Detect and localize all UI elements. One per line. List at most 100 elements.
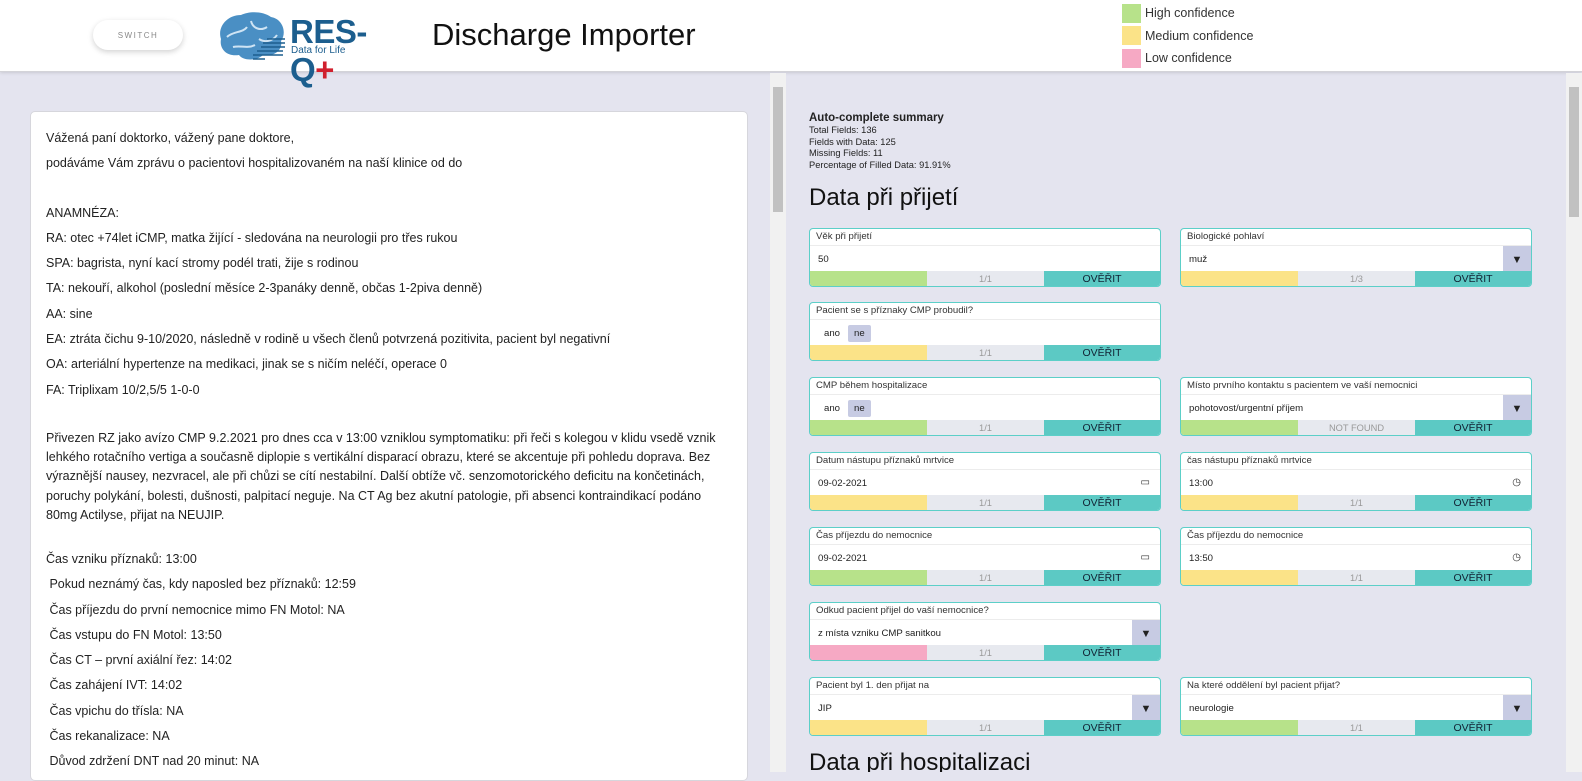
field-label: Pacient byl 1. den přijat na [816,680,930,691]
calendar-icon[interactable]: ▭ [1141,552,1150,563]
verify-button[interactable]: OVĚŘIT [1044,420,1160,435]
confidence-indicator [810,570,927,585]
field-label: Čas příjezdu do nemocnice [816,530,933,541]
field-label: Biologické pohlaví [1187,231,1265,242]
clock-icon[interactable]: ◷ [1512,552,1521,563]
legend-high: High confidence [1122,3,1253,23]
confidence-indicator [1181,720,1298,735]
field-status-bar: 1/1 OVĚŘIT [810,720,1160,735]
sex-select[interactable]: muž ▼ [1181,245,1531,273]
verify-button[interactable]: OVĚŘIT [1044,570,1160,585]
select-value: neurologie [1189,702,1234,714]
field-status-bar: 1/1 OVĚŘIT [1181,495,1531,510]
verify-button[interactable]: OVĚŘIT [1415,495,1531,510]
verify-button[interactable]: OVĚŘIT [1415,570,1531,585]
doc-gap [46,177,732,201]
field-first-contact-place: Místo prvního kontaktu s pacientem ve va… [1180,377,1532,436]
field-label: Věk při přijetí [816,231,872,242]
first-day-admission-select[interactable]: JIP ▼ [810,694,1160,722]
verify-button[interactable]: OVĚŘIT [1044,645,1160,660]
match-count: 1/1 [927,570,1044,585]
arrival-time-input[interactable]: 13:50 ◷ [1181,544,1531,571]
doc-line: Čas rekanalizace: NA [46,729,170,744]
chevron-down-icon[interactable]: ▼ [1132,695,1160,722]
calendar-icon[interactable]: ▭ [1141,477,1150,488]
verify-button[interactable]: OVĚŘIT [1044,345,1160,360]
onset-time-input[interactable]: 13:00 ◷ [1181,469,1531,496]
field-status-bar: 1/1 OVĚŘIT [810,495,1160,510]
field-label: Na které oddělení byl pacient přijat? [1187,680,1341,691]
doc-line: Důvod zdržení DNT nad 20 minut: NA [46,754,260,769]
field-arrival-time: Čas příjezdu do nemocnice 13:50 ◷ 1/1 OV… [1180,527,1532,586]
doc-line: Čas příjezdu do první nemocnice mimo FN … [46,602,345,617]
match-count: 1/1 [927,420,1044,435]
no-option[interactable]: ne [848,324,871,342]
verify-button[interactable]: OVĚŘIT [1415,720,1531,735]
summary-total: Total Fields: 136 [809,125,877,135]
field-status-bar: 1/1 OVĚŘIT [1181,570,1531,585]
doc-line: EA: ztráta čichu 9-10/2020, následně v r… [46,332,611,347]
right-scrollbar[interactable] [1566,73,1582,772]
match-count: 1/1 [927,271,1044,286]
confidence-indicator [810,271,927,286]
doc-line: Pokud neznámý čas, kdy naposled bez příz… [46,577,356,592]
field-arrival-source: Odkud pacient přijel do vaší nemocnice? … [809,602,1161,661]
verify-button[interactable]: OVĚŘIT [1044,720,1160,735]
logo-subtitle: Data for Life [291,45,346,56]
field-label: Odkud pacient přijel do vaší nemocnice? [816,605,989,616]
left-scrollbar[interactable] [770,73,786,772]
confidence-indicator [810,720,927,735]
select-value: muž [1189,253,1208,265]
field-first-day-admission: Pacient byl 1. den přijat na JIP ▼ 1/1 O… [809,677,1161,736]
age-input[interactable]: 50 [810,245,1160,272]
department-select[interactable]: neurologie ▼ [1181,694,1531,722]
left-scrollbar-thumb[interactable] [773,87,783,212]
first-contact-select[interactable]: pohotovost/urgentní příjem ▼ [1181,394,1531,422]
legend-label-high: High confidence [1145,6,1235,20]
clock-icon[interactable]: ◷ [1512,477,1521,488]
doc-line: AA: sine [46,306,93,321]
arrival-date-input[interactable]: 09-02-2021 ▭ [810,544,1160,571]
chevron-down-icon[interactable]: ▼ [1503,695,1531,722]
verify-button[interactable]: OVĚŘIT [1044,271,1160,286]
chevron-down-icon[interactable]: ▼ [1503,395,1531,422]
time-value: 13:50 [1189,552,1214,564]
summary-percentage: Percentage of Filled Data: 91.91% [809,159,951,170]
field-onset-date: Datum nástupu příznaků mrtvice 09-02-202… [809,452,1161,511]
field-status-bar: 1/1 OVĚŘIT [810,570,1160,585]
match-count: 1/3 [1298,271,1415,286]
legend-low: Low confidence [1122,48,1253,68]
field-age: Věk při přijetí 50 1/1 OVĚŘIT [809,228,1161,287]
match-count: NOT FOUND [1298,420,1415,435]
verify-button[interactable]: OVĚŘIT [1415,271,1531,286]
switch-toggle[interactable]: SWITCH [93,20,183,50]
doc-gap [46,529,732,547]
doc-gap [46,403,732,427]
field-arrival-date: Čas příjezdu do nemocnice 09-02-2021 ▭ 1… [809,527,1161,586]
field-label: Pacient se s příznaky CMP probudil? [816,305,974,316]
doc-line: SPA: bagrista, nyní kací stromy podél tr… [46,256,359,271]
doc-line: Čas CT – první axiální řez: 14:02 [46,653,232,668]
yes-option[interactable]: ano [818,325,846,342]
confidence-indicator [810,420,927,435]
match-count: 1/1 [927,645,1044,660]
chevron-down-icon[interactable]: ▼ [1132,620,1160,647]
no-option[interactable]: ne [848,399,871,417]
brain-icon [220,12,285,60]
match-count: 1/1 [927,495,1044,510]
time-value: 13:00 [1189,477,1214,489]
chevron-down-icon[interactable]: ▼ [1503,246,1531,273]
right-scrollbar-thumb[interactable] [1569,87,1579,217]
onset-date-input[interactable]: 09-02-2021 ▭ [810,469,1160,496]
verify-button[interactable]: OVĚŘIT [1044,495,1160,510]
yes-option[interactable]: ano [818,400,846,417]
verify-button[interactable]: OVĚŘIT [1415,420,1531,435]
doc-line: podáváme Vám zprávu o pacientovi hospita… [46,156,463,171]
field-label: Místo prvního kontaktu s pacientem ve va… [1187,380,1418,391]
field-status-bar: 1/1 OVĚŘIT [810,645,1160,660]
field-department: Na které oddělení byl pacient přijat? ne… [1180,677,1532,736]
arrival-source-select[interactable]: z místa vzniku CMP sanitkou ▼ [810,619,1160,647]
section-title-hospitalization: Data při hospitalizaci [809,749,1031,772]
legend-swatch-medium [1122,26,1141,45]
field-woke-with-symptoms: Pacient se s příznaky CMP probudil? ano … [809,302,1161,361]
